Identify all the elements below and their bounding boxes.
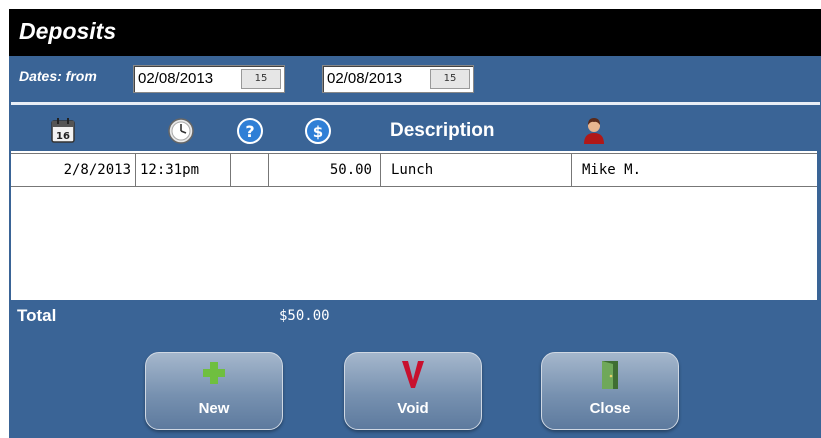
cell-flag — [231, 154, 269, 186]
total-value: $50.00 — [279, 308, 330, 324]
calendar-picker-icon[interactable]: 15 — [241, 69, 281, 89]
dollar-icon-text: $ — [313, 123, 323, 141]
new-button-label: New — [198, 400, 230, 417]
void-button-label: Void — [397, 400, 429, 417]
cell-user: Mike M. — [582, 162, 642, 178]
deposits-window: Deposits Dates: from 02/08/2013 15 02/08… — [9, 9, 821, 438]
cell-description: Lunch — [381, 154, 572, 186]
cell-date: 2/8/2013 — [11, 154, 136, 186]
window-title: Deposits — [19, 18, 117, 44]
dates-label: Dates: from — [19, 68, 97, 84]
cell-amount: 50.00 — [269, 154, 381, 186]
date-to-value: 02/08/2013 — [327, 70, 403, 87]
new-button[interactable]: New — [145, 352, 283, 430]
deposits-table: 2/8/2013 12:31pm 50.00 Lunch Mike M. — [11, 151, 817, 300]
total-label: Total — [17, 306, 57, 325]
clock-icon — [167, 117, 195, 149]
divider — [11, 102, 820, 105]
question-icon: ? — [236, 117, 264, 149]
title-bar: Deposits — [9, 9, 821, 56]
person-icon — [581, 117, 607, 149]
close-button-label: Close — [589, 400, 631, 417]
date-to-field[interactable]: 02/08/2013 15 — [322, 65, 474, 93]
void-v-icon — [402, 361, 424, 388]
calendar-picker-icon[interactable]: 15 — [430, 69, 470, 89]
plus-icon — [203, 362, 225, 384]
void-button[interactable]: Void — [344, 352, 482, 430]
calendar-icon-text: 16 — [56, 131, 70, 142]
dollar-icon: $ — [304, 117, 332, 149]
table-row[interactable]: 2/8/2013 12:31pm 50.00 Lunch Mike M. — [11, 153, 817, 187]
description-header: Description — [390, 120, 495, 141]
door-icon — [602, 361, 618, 389]
date-from-field[interactable]: 02/08/2013 15 — [133, 65, 285, 93]
date-from-value: 02/08/2013 — [138, 70, 214, 87]
close-button[interactable]: Close — [541, 352, 679, 430]
question-icon-text: ? — [245, 122, 254, 141]
cell-time: 12:31pm — [136, 154, 231, 186]
calendar-icon: 16 — [51, 117, 75, 147]
